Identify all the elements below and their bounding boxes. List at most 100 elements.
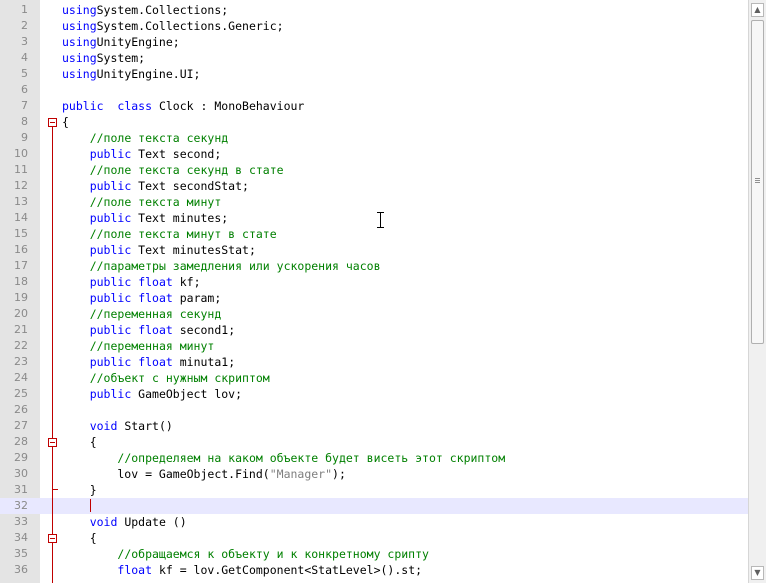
code-line[interactable]: 22 //переменная минут — [0, 338, 748, 354]
code-line[interactable]: 17 //параметры замедления или ускорения … — [0, 258, 748, 274]
line-number: 29 — [14, 451, 28, 464]
code-text: void Start() — [89, 419, 173, 433]
fold-toggle-update[interactable] — [48, 534, 57, 543]
line-number: 17 — [14, 259, 28, 272]
code-text: usingSystem; — [62, 51, 146, 65]
code-text: public float minuta1; — [89, 355, 236, 369]
code-line[interactable]: 3 usingUnityEngine; — [0, 34, 748, 50]
scroll-down-button[interactable]: ▼ — [751, 566, 764, 580]
code-line[interactable]: 10 public Text second; — [0, 146, 748, 162]
scroll-thumb[interactable] — [751, 20, 764, 344]
code-line[interactable]: 24 //объект с нужным скриптом — [0, 370, 748, 386]
line-number: 12 — [14, 179, 28, 192]
code-text: //переменная минут — [89, 339, 215, 353]
line-number: 16 — [14, 243, 28, 256]
code-line[interactable]: 6 — [0, 82, 748, 98]
code-line[interactable]: 23 public float minuta1; — [0, 354, 748, 370]
code-text: public float second1; — [89, 323, 236, 337]
fold-end-start — [52, 489, 58, 490]
code-line[interactable]: 21 public float second1; — [0, 322, 748, 338]
code-line[interactable]: 7 public class Clock : MonoBehaviour — [0, 98, 748, 114]
code-line[interactable]: 34 { — [0, 530, 748, 546]
code-text: public Text minutes; — [89, 211, 229, 225]
line-number: 2 — [21, 19, 28, 32]
code-text: //поле текста секунд в стате — [89, 163, 284, 177]
code-line[interactable]: 15 //поле текста минут в стате — [0, 226, 748, 242]
code-text: usingUnityEngine.UI; — [62, 67, 201, 81]
code-line[interactable]: 8{ — [0, 114, 748, 130]
vertical-scrollbar[interactable]: ▲ ▼ — [748, 0, 766, 583]
code-line[interactable]: 14 public Text minutes; — [0, 210, 748, 226]
code-text: //обращаемся к объекту и к конкретному с… — [117, 547, 429, 561]
ibeam-cursor-icon — [377, 212, 384, 228]
code-line[interactable]: 25 public GameObject lov; — [0, 386, 748, 402]
code-line[interactable]: 30 lov = GameObject.Find("Manager"); — [0, 466, 748, 482]
chevron-up-icon: ▲ — [754, 5, 761, 14]
code-line[interactable]: 33 void Update () — [0, 514, 748, 530]
code-text: //поле текста минут в стате — [89, 227, 277, 241]
code-line[interactable]: 35 //обращаемся к объекту и к конкретном… — [0, 546, 748, 562]
code-text: lov = GameObject.Find("Manager"); — [62, 467, 346, 481]
code-line[interactable]: 2 usingSystem.Collections.Generic; — [0, 18, 748, 34]
line-number: 25 — [14, 387, 28, 400]
code-line[interactable]: 19 public float param; — [0, 290, 748, 306]
line-number: 24 — [14, 371, 28, 384]
code-line[interactable]: 16 public Text minutesStat; — [0, 242, 748, 258]
line-number: 18 — [14, 275, 28, 288]
code-text: public class Clock : MonoBehaviour — [62, 99, 305, 113]
code-line[interactable]: 20 //переменная секунд — [0, 306, 748, 322]
line-number: 15 — [14, 227, 28, 240]
code-text: void Update () — [89, 515, 187, 529]
code-line[interactable]: 31 } — [0, 482, 748, 498]
line-number: 32 — [14, 499, 28, 512]
code-line[interactable]: 26 — [0, 402, 748, 418]
line-number: 30 — [14, 467, 28, 480]
code-text: public float param; — [89, 291, 222, 305]
line-number: 23 — [14, 355, 28, 368]
scroll-up-button[interactable]: ▲ — [751, 3, 764, 17]
code-line[interactable]: 36 float kf = lov.GetComponent<StatLevel… — [0, 562, 748, 578]
line-number: 27 — [14, 419, 28, 432]
code-line[interactable]: 9 //поле текста секунд — [0, 130, 748, 146]
code-text: public float kf; — [89, 275, 201, 289]
line-number: 26 — [14, 403, 28, 416]
code-text: public Text minutesStat; — [89, 243, 256, 257]
line-number: 11 — [14, 163, 28, 176]
line-number: 33 — [14, 515, 28, 528]
line-number: 36 — [14, 563, 28, 576]
code-line[interactable]: 11 //поле текста секунд в стате — [0, 162, 748, 178]
code-text: public Text secondStat; — [89, 179, 249, 193]
code-editor[interactable]: 1 usingSystem.Collections; 2 usingSystem.Co… — [0, 0, 766, 583]
line-number: 8 — [21, 115, 28, 128]
line-number: 14 — [14, 211, 28, 224]
line-number: 6 — [21, 83, 28, 96]
code-line[interactable]: 13 //поле текста минут — [0, 194, 748, 210]
code-text: public Text second; — [89, 147, 222, 161]
code-text: //переменная секунд — [89, 307, 222, 321]
code-text: { — [62, 435, 97, 449]
code-text: { — [62, 115, 69, 129]
line-number: 19 — [14, 291, 28, 304]
code-text: float kf = lov.GetComponent<StatLevel>()… — [117, 563, 423, 577]
code-line[interactable]: 1 usingSystem.Collections; — [0, 2, 748, 18]
code-line[interactable]: 4 usingSystem; — [0, 50, 748, 66]
code-line[interactable]: 5 usingUnityEngine.UI; — [0, 66, 748, 82]
line-number: 13 — [14, 195, 28, 208]
code-line[interactable]: 12 public Text secondStat; — [0, 178, 748, 194]
text-caret — [90, 499, 91, 512]
fold-toggle-start[interactable] — [48, 438, 57, 447]
code-text: //поле текста минут — [89, 195, 222, 209]
code-line[interactable]: 28 { — [0, 434, 748, 450]
code-line[interactable]: 27 void Start() — [0, 418, 748, 434]
code-line[interactable]: 29 //определяем на каком объекте будет в… — [0, 450, 748, 466]
code-line[interactable]: 18 public float kf; — [0, 274, 748, 290]
code-text: usingSystem.Collections.Generic; — [62, 19, 284, 33]
line-number: 28 — [14, 435, 28, 448]
code-text: } — [62, 483, 97, 497]
code-line[interactable]: 32 — [0, 498, 748, 514]
code-text: usingUnityEngine; — [62, 35, 180, 49]
line-number: 35 — [14, 547, 28, 560]
code-text: { — [62, 531, 97, 545]
line-number: 10 — [14, 147, 28, 160]
fold-toggle-class[interactable] — [48, 118, 57, 127]
